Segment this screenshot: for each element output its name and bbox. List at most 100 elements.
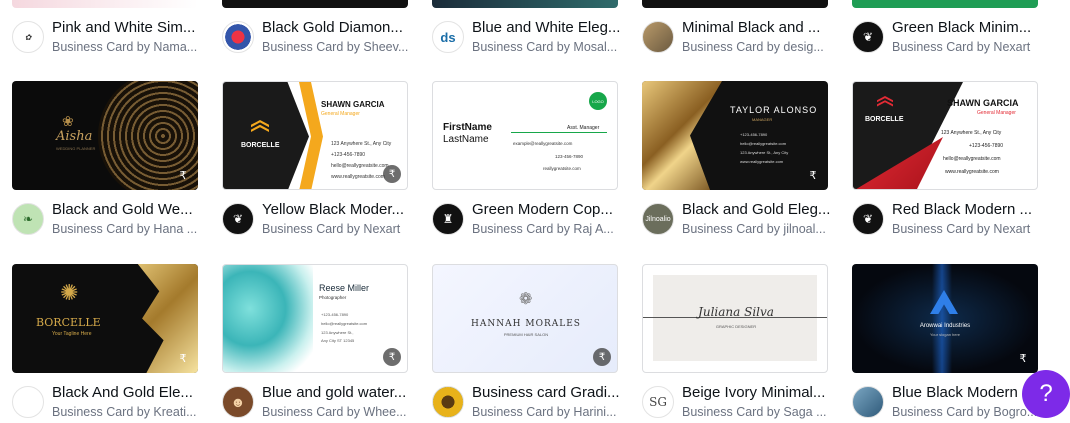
card-thumbnail[interactable]: TAYLOR ALONSO MANAGER +123-456-7890 hell… bbox=[642, 81, 828, 190]
card-title[interactable]: Business card Gradi... bbox=[472, 383, 630, 403]
contact-address: 123 Anywhere St., Any City bbox=[331, 141, 392, 147]
contact-role: Asst. Manager bbox=[567, 125, 600, 131]
card-creator[interactable]: Business Card by Kreati... bbox=[52, 404, 210, 420]
logo-badge: LOGO bbox=[589, 92, 607, 110]
premium-price-icon: ₹ bbox=[1019, 352, 1027, 365]
bottle-icon: ♜ bbox=[442, 212, 454, 226]
card-creator[interactable]: Business Card by Nexart bbox=[262, 221, 420, 237]
card-thumb-top-1[interactable] bbox=[222, 0, 408, 8]
card-creator[interactable]: Business Card by Nama... bbox=[52, 39, 210, 55]
creator-avatar: ❦ bbox=[852, 21, 884, 53]
premium-price-icon: ₹ bbox=[383, 348, 401, 366]
card-creator[interactable]: Business Card by Whee... bbox=[262, 404, 420, 420]
contact-role: General Manager bbox=[321, 111, 360, 117]
card-meta[interactable]: Minimal Black and ... Business Card by d… bbox=[642, 18, 842, 58]
contact-name: Reese Miller bbox=[319, 283, 370, 293]
card-title[interactable]: Yellow Black Moder... bbox=[262, 200, 420, 220]
gold-wave bbox=[642, 81, 722, 190]
card-title[interactable]: Black And Gold Ele... bbox=[52, 383, 210, 403]
card-title[interactable]: Black and Gold We... bbox=[52, 200, 210, 220]
card-meta[interactable]: ❦ Red Black Modern ... Business Card by … bbox=[852, 200, 1052, 240]
card-title[interactable]: Black Gold Diamon... bbox=[262, 18, 420, 38]
monkey-icon: ☻ bbox=[230, 394, 246, 410]
watercolor-panel bbox=[223, 265, 313, 372]
card-creator[interactable]: Business Card by Harini... bbox=[472, 404, 630, 420]
card-role: WEDDING PLANNER bbox=[56, 146, 96, 151]
contact-web: www.reallygreatsite.com bbox=[331, 174, 385, 180]
card-meta[interactable]: Black Gold Diamon... Business Card by Sh… bbox=[222, 18, 422, 58]
card-thumb-top-0[interactable] bbox=[12, 0, 198, 8]
premium-price-icon: ₹ bbox=[383, 165, 401, 183]
card-creator[interactable]: Business Card by Saga ... bbox=[682, 404, 840, 420]
card-thumbnail[interactable]: ✺ BORCELLE Your Tagline Here ₹ bbox=[12, 264, 198, 373]
first-name: FirstName bbox=[443, 122, 492, 133]
card-meta[interactable]: Business card Gradi... Business Card by … bbox=[432, 383, 632, 423]
card-meta[interactable]: ☻ Blue and gold water... Business Card b… bbox=[222, 383, 422, 423]
card-title[interactable]: Pink and White Sim... bbox=[52, 18, 210, 38]
card-creator[interactable]: Business Card by Nexart bbox=[892, 221, 1050, 237]
contact-role: PREMIUM HAIR SALON bbox=[503, 332, 549, 337]
card-title[interactable]: Black and Gold Eleg... bbox=[682, 200, 840, 220]
creator-avatar: ❦ bbox=[222, 203, 254, 235]
card-creator[interactable]: Business Card by Nexart bbox=[892, 39, 1050, 55]
contact-phone: +123-456-7890 bbox=[969, 143, 1004, 149]
card-thumbnail[interactable]: BORCELLE SHAWN GARCIA General Manager 12… bbox=[852, 81, 1038, 190]
creator-avatar: ds bbox=[432, 21, 464, 53]
card-thumbnail[interactable]: Juliana Silva GRAPHIC DESIGNER bbox=[642, 264, 828, 373]
card-thumb-top-2[interactable] bbox=[432, 0, 618, 8]
card-meta[interactable]: ds Blue and White Eleg... Business Card … bbox=[432, 18, 632, 58]
contact-role: Photographer bbox=[319, 295, 347, 300]
creator-avatar bbox=[432, 386, 464, 418]
feather-icon: ❦ bbox=[862, 30, 874, 44]
contact-line: hello@reallygreatsite.com bbox=[740, 141, 787, 146]
card-meta[interactable]: ♜ Green Modern Cop... Business Card by R… bbox=[432, 200, 632, 240]
company-tagline: Your slogan here bbox=[929, 332, 961, 337]
flower-logo-icon: ✺ bbox=[60, 280, 79, 305]
card-creator[interactable]: Business Card by Sheev... bbox=[262, 39, 420, 55]
card-title[interactable]: Red Black Modern ... bbox=[892, 200, 1050, 220]
card-thumb-top-3[interactable] bbox=[642, 0, 828, 8]
card-creator[interactable]: Business Card by desig... bbox=[682, 39, 840, 55]
card-meta[interactable]: SG Beige Ivory Minimal... Business Card … bbox=[642, 383, 842, 423]
card-creator[interactable]: Business Card by jilnoal... bbox=[682, 221, 840, 237]
card-meta[interactable]: ❦ Green Black Minim... Business Card by … bbox=[852, 18, 1052, 58]
help-button[interactable]: ? bbox=[1022, 370, 1070, 418]
premium-price-icon: ₹ bbox=[809, 169, 817, 182]
card-thumbnail[interactable]: Arowwai Industries Your slogan here ₹ bbox=[852, 264, 1038, 373]
card-meta[interactable]: ✿ Pink and White Sim... Business Card by… bbox=[12, 18, 212, 58]
card-creator[interactable]: Business Card by Raj A... bbox=[472, 221, 630, 237]
card-meta[interactable]: ❦ Yellow Black Moder... Business Card by… bbox=[222, 200, 422, 240]
contact-line: 123 Anywhere St., bbox=[321, 330, 354, 335]
last-name: LastName bbox=[443, 134, 489, 145]
contact-role: GRAPHIC DESIGNER bbox=[715, 324, 757, 329]
creator-avatar: ♜ bbox=[432, 203, 464, 235]
card-title[interactable]: Green Black Minim... bbox=[892, 18, 1050, 38]
card-meta[interactable]: Black And Gold Ele... Business Card by K… bbox=[12, 383, 212, 423]
card-creator[interactable]: Business Card by Hana ... bbox=[52, 221, 210, 237]
card-meta[interactable]: Jilnoalio Black and Gold Eleg... Busines… bbox=[642, 200, 842, 240]
contact-line: 123 Anywhere St., Any City bbox=[740, 150, 789, 155]
contact-email: hello@reallygreatsite.com bbox=[331, 163, 389, 169]
brand-tagline: Your Tagline Here bbox=[52, 331, 92, 337]
card-thumbnail[interactable]: ❀ Aisha WEDDING PLANNER ₹ bbox=[12, 81, 198, 190]
card-title[interactable]: Green Modern Cop... bbox=[472, 200, 630, 220]
card-thumbnail[interactable]: LOGO FirstName LastName Asst. Manager ex… bbox=[432, 81, 618, 190]
card-thumbnail[interactable]: Reese Miller Photographer +123-456-7890 … bbox=[222, 264, 408, 373]
feather-icon: ❦ bbox=[862, 212, 874, 226]
logo-icon: ✿ bbox=[24, 32, 32, 42]
card-name: Aisha bbox=[56, 129, 93, 144]
contact-role: General Manager bbox=[977, 110, 1016, 116]
card-meta[interactable]: ❧ Black and Gold We... Business Card by … bbox=[12, 200, 212, 240]
card-thumb-top-4[interactable] bbox=[852, 0, 1038, 8]
card-title[interactable]: Blue and White Eleg... bbox=[472, 18, 630, 38]
feather-icon: ❦ bbox=[232, 212, 244, 226]
card-title[interactable]: Minimal Black and ... bbox=[682, 18, 840, 38]
card-title[interactable]: Blue and gold water... bbox=[262, 383, 420, 403]
card-creator[interactable]: Business Card by Mosal... bbox=[472, 39, 630, 55]
contact-name: Juliana Silva bbox=[698, 305, 774, 319]
card-title[interactable]: Beige Ivory Minimal... bbox=[682, 383, 840, 403]
contact-name: TAYLOR ALONSO bbox=[730, 105, 818, 115]
card-thumbnail[interactable]: ❁ HANNAH MORALES PREMIUM HAIR SALON ₹ bbox=[432, 264, 618, 373]
leaf-icon: ❧ bbox=[22, 212, 34, 226]
card-thumbnail[interactable]: BORCELLE SHAWN GARCIA General Manager 12… bbox=[222, 81, 408, 190]
